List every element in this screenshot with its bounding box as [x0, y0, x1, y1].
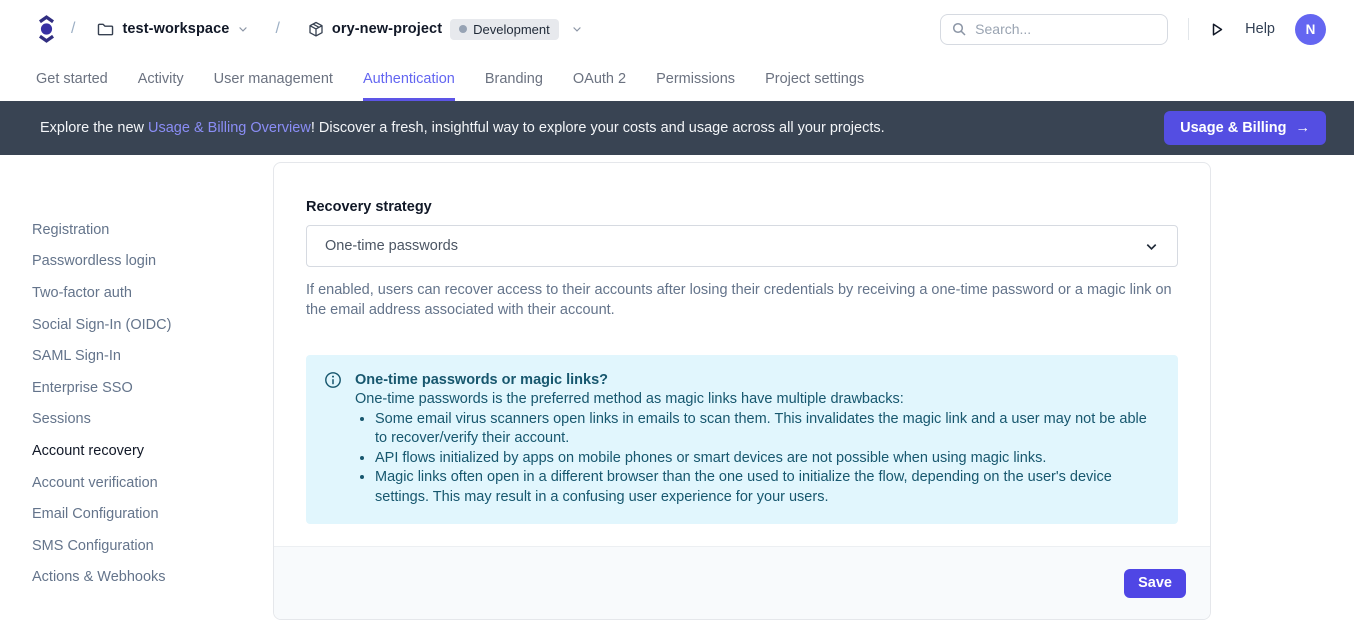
- environment-label: Development: [473, 22, 550, 37]
- callout-bullet: Some email virus scanners open links in …: [375, 410, 1158, 449]
- sidebar-item-email-configuration[interactable]: Email Configuration: [32, 498, 247, 530]
- account-recovery-card: Recovery strategy One-time passwords If …: [273, 162, 1211, 620]
- arrow-right-icon: →: [1296, 120, 1311, 136]
- recovery-strategy-select[interactable]: One-time passwords: [306, 225, 1178, 267]
- top-bar: / test-workspace / ory-new-project Devel…: [0, 0, 1354, 58]
- search-bar[interactable]: [940, 14, 1168, 45]
- banner-text-prefix: Explore the new: [40, 120, 148, 136]
- sidebar-item-actions-webhooks[interactable]: Actions & Webhooks: [32, 562, 247, 594]
- tab-activity[interactable]: Activity: [138, 58, 184, 101]
- search-icon: [951, 21, 967, 37]
- sidebar-item-sessions[interactable]: Sessions: [32, 404, 247, 436]
- callout-bullet: API flows initialized by apps on mobile …: [375, 449, 1158, 469]
- avatar[interactable]: N: [1295, 14, 1326, 45]
- save-button[interactable]: Save: [1124, 569, 1186, 598]
- environment-dot-icon: [459, 25, 467, 33]
- tab-user-management[interactable]: User management: [214, 58, 333, 101]
- workspace-name: test-workspace: [122, 21, 229, 37]
- sidebar-item-enterprise-sso[interactable]: Enterprise SSO: [32, 372, 247, 404]
- callout-content: One-time passwords or magic links? One-t…: [355, 370, 1158, 507]
- project-name: ory-new-project: [332, 21, 442, 37]
- sidebar-item-account-verification[interactable]: Account verification: [32, 467, 247, 499]
- package-icon: [308, 21, 324, 38]
- usage-billing-button-label: Usage & Billing: [1180, 120, 1286, 136]
- project-switcher[interactable]: ory-new-project Development: [308, 19, 583, 40]
- authentication-sidebar: Registration Passwordless login Two-fact…: [32, 214, 247, 593]
- tab-get-started[interactable]: Get started: [36, 58, 108, 101]
- play-icon[interactable]: [1209, 21, 1225, 38]
- usage-billing-banner: Explore the new Usage & Billing Overview…: [0, 101, 1354, 155]
- recovery-strategy-value: One-time passwords: [325, 238, 458, 254]
- environment-badge: Development: [450, 19, 559, 40]
- breadcrumb: / test-workspace / ory-new-project Devel…: [36, 14, 583, 44]
- usage-billing-button[interactable]: Usage & Billing →: [1164, 111, 1326, 145]
- tab-authentication[interactable]: Authentication: [363, 58, 455, 101]
- tab-oauth2[interactable]: OAuth 2: [573, 58, 626, 101]
- divider: [1188, 18, 1189, 40]
- project-nav-tabs: Get started Activity User management Aut…: [0, 58, 1354, 101]
- tab-project-settings[interactable]: Project settings: [765, 58, 864, 101]
- sidebar-item-two-factor-auth[interactable]: Two-factor auth: [32, 277, 247, 309]
- tab-permissions[interactable]: Permissions: [656, 58, 735, 101]
- breadcrumb-separator: /: [71, 20, 75, 38]
- info-icon: [324, 370, 342, 507]
- sidebar-item-account-recovery[interactable]: Account recovery: [32, 435, 247, 467]
- help-link[interactable]: Help: [1245, 21, 1275, 37]
- recovery-description: If enabled, users can recover access to …: [306, 280, 1178, 320]
- sidebar-item-sms-configuration[interactable]: SMS Configuration: [32, 530, 247, 562]
- sidebar-item-registration[interactable]: Registration: [32, 214, 247, 246]
- callout-bullet-list: Some email virus scanners open links in …: [355, 410, 1158, 508]
- ory-logo-icon[interactable]: [36, 14, 57, 44]
- sidebar-item-passwordless-login[interactable]: Passwordless login: [32, 246, 247, 278]
- chevron-down-icon: [571, 23, 583, 35]
- search-input[interactable]: [975, 21, 1157, 37]
- chevron-down-icon: [237, 23, 249, 35]
- usage-billing-overview-link[interactable]: Usage & Billing Overview: [148, 120, 311, 136]
- sidebar-item-saml-sign-in[interactable]: SAML Sign-In: [32, 340, 247, 372]
- folder-icon: [97, 22, 114, 37]
- recovery-strategy-label: Recovery strategy: [306, 199, 1178, 215]
- info-callout: One-time passwords or magic links? One-t…: [306, 355, 1178, 524]
- callout-title: One-time passwords or magic links?: [355, 370, 1158, 390]
- banner-text-suffix: ! Discover a fresh, insightful way to ex…: [311, 120, 885, 136]
- sidebar-item-social-sign-in[interactable]: Social Sign-In (OIDC): [32, 309, 247, 341]
- chevron-down-icon: [1144, 239, 1159, 254]
- breadcrumb-separator: /: [275, 20, 279, 38]
- banner-text: Explore the new Usage & Billing Overview…: [40, 120, 885, 136]
- callout-bullet: Magic links often open in a different br…: [375, 468, 1158, 507]
- callout-intro: One-time passwords is the preferred meth…: [355, 390, 1158, 410]
- tab-branding[interactable]: Branding: [485, 58, 543, 101]
- workspace-switcher[interactable]: test-workspace: [97, 21, 249, 37]
- card-footer: Save: [274, 546, 1210, 619]
- authentication-page: Registration Passwordless login Two-fact…: [0, 155, 1354, 625]
